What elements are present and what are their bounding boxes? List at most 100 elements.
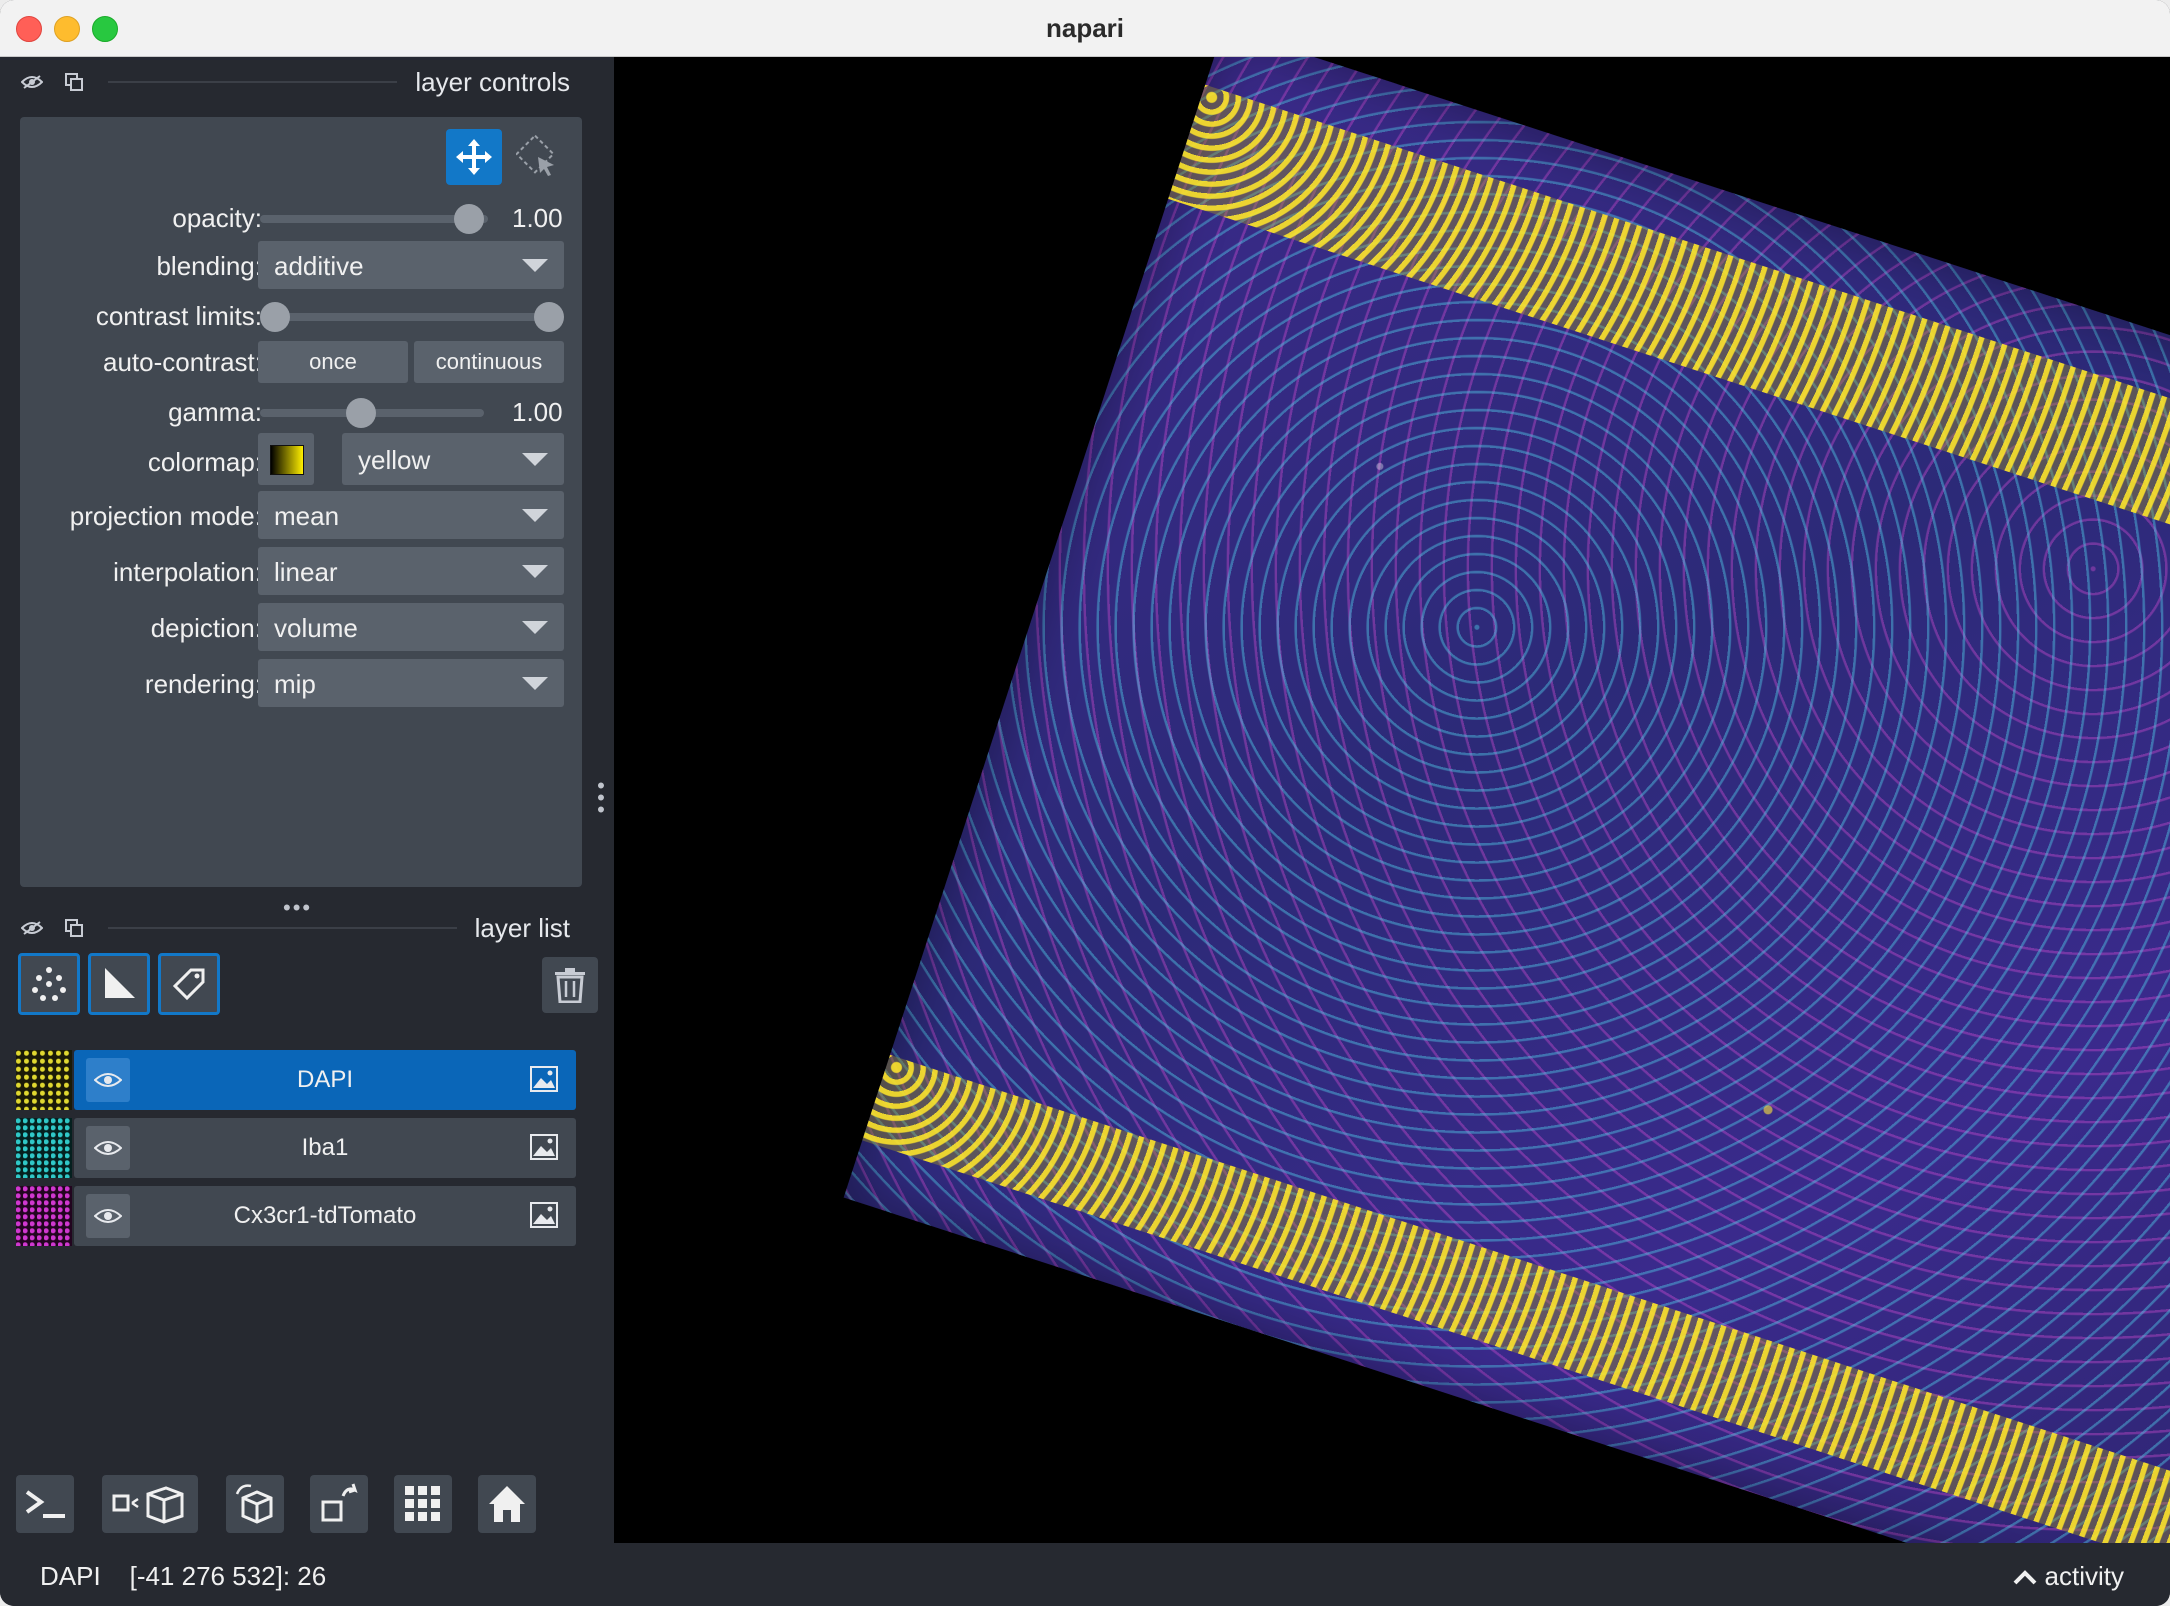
layer-item-dapi[interactable]: DAPI [16, 1050, 576, 1110]
gamma-label: gamma: [168, 397, 262, 427]
eye-icon [94, 1073, 122, 1087]
chevron-down-icon [522, 621, 548, 634]
rendering-row: rendering: mip [20, 659, 582, 709]
nuclei-band-top [1168, 84, 2170, 638]
colormap-dropdown[interactable]: yellow [342, 433, 564, 485]
blending-value: additive [274, 251, 364, 281]
layer-item-body[interactable]: Cx3cr1-tdTomato [74, 1186, 576, 1246]
chevron-down-icon [522, 565, 548, 578]
viewer-canvas[interactable] [614, 57, 2170, 1543]
colormap-label: colormap: [147, 447, 262, 477]
interpolation-value: linear [274, 557, 338, 587]
visibility-toggle[interactable] [86, 1126, 130, 1170]
contrast-max-handle[interactable] [534, 302, 564, 332]
close-window-button[interactable] [16, 16, 42, 42]
colormap-preview-button[interactable] [258, 433, 314, 485]
visibility-toggle[interactable] [86, 1058, 130, 1102]
contrast-limits-slider-track[interactable] [268, 313, 556, 321]
layer-name: DAPI [296, 1066, 353, 1093]
image-layer-icon [530, 1202, 558, 1228]
blending-label: blending: [156, 251, 262, 281]
activity-label: activity [2044, 1561, 2124, 1591]
contrast-limits-label: contrast limits: [95, 301, 262, 331]
float-panel-icon[interactable] [62, 916, 86, 940]
layer-item-body[interactable]: DAPI [74, 1050, 576, 1110]
new-shapes-layer-button[interactable] [88, 953, 150, 1015]
napari-window: napari layer controls opacity: 1.00 blen… [0, 0, 2170, 1606]
toggle-ndisplay-button[interactable] [102, 1475, 198, 1533]
layer-thumbnail [16, 1186, 72, 1246]
layer-name: Iba1 [301, 1134, 349, 1161]
image-layer-icon [530, 1066, 558, 1092]
layer-item-cx3cr1-tdtomato[interactable]: Cx3cr1-tdTomato [16, 1186, 576, 1246]
colormap-row: colormap: yellow [20, 433, 582, 485]
projection-mode-dropdown[interactable]: mean [258, 491, 564, 539]
layer-thumbnail [16, 1050, 72, 1110]
opacity-slider-handle[interactable] [454, 204, 484, 234]
rendering-value: mip [274, 669, 316, 699]
2d-3d-toggle-icon [112, 1486, 184, 1524]
window-title: napari [1045, 12, 1125, 43]
eye-icon [94, 1209, 122, 1223]
delete-layer-button[interactable] [542, 957, 598, 1013]
dock-splitter-handle[interactable]: • • • [596, 775, 606, 821]
trash-icon [555, 968, 585, 1003]
pan-zoom-button[interactable] [446, 129, 502, 185]
hide-eye-icon[interactable] [20, 70, 44, 94]
chevron-down-icon [522, 453, 548, 466]
transform-icon [516, 135, 555, 176]
grid-view-button[interactable] [394, 1475, 452, 1533]
hide-eye-icon[interactable] [20, 916, 44, 940]
auto-contrast-continuous-button[interactable]: continuous [414, 341, 564, 383]
move-arrows-icon [456, 139, 492, 175]
interpolation-dropdown[interactable]: linear [258, 547, 564, 595]
opacity-label: opacity: [172, 203, 262, 233]
status-layer-name: DAPI [40, 1561, 101, 1591]
contrast-min-handle[interactable] [260, 302, 290, 332]
transform-button[interactable] [510, 129, 566, 185]
layer-buttons-bar [18, 953, 600, 1019]
transpose-dimensions-button[interactable] [310, 1475, 368, 1533]
maximize-window-button[interactable] [92, 16, 118, 42]
image-layer-icon [530, 1134, 558, 1160]
viewer-buttons-bar [0, 1475, 600, 1545]
opacity-value[interactable]: 1.00 [512, 203, 563, 234]
roll-dimensions-button[interactable] [226, 1475, 284, 1533]
activity-button[interactable]: activity [2013, 1561, 2124, 1592]
left-dock: layer controls opacity: 1.00 blending: a… [0, 57, 600, 1542]
blending-dropdown[interactable]: additive [258, 241, 564, 289]
gamma-value[interactable]: 1.00 [512, 397, 563, 428]
rendering-dropdown[interactable]: mip [258, 659, 564, 707]
depiction-row: depiction: volume [20, 603, 582, 653]
interpolation-row: interpolation: linear [20, 547, 582, 597]
title-bar: napari [0, 0, 2170, 57]
projection-mode-value: mean [274, 501, 340, 531]
depiction-value: volume [274, 613, 358, 643]
points-icon [32, 967, 66, 1001]
colormap-value: yellow [358, 445, 431, 475]
console-button[interactable] [16, 1475, 74, 1533]
auto-contrast-once-button[interactable]: once [258, 341, 408, 383]
depiction-dropdown[interactable]: volume [258, 603, 564, 651]
chevron-down-icon [522, 259, 548, 272]
chevron-down-icon [522, 677, 548, 690]
gamma-slider-handle[interactable] [346, 398, 376, 428]
opacity-row: opacity: 1.00 [20, 193, 582, 243]
shapes-icon [105, 968, 135, 998]
volume-rendering [843, 57, 2170, 1543]
float-panel-icon[interactable] [62, 70, 86, 94]
reset-view-button[interactable] [478, 1475, 536, 1533]
minimize-window-button[interactable] [54, 16, 80, 42]
colormap-swatch [270, 445, 304, 475]
projection-mode-row: projection mode: mean [20, 491, 582, 541]
gamma-row: gamma: 1.00 [20, 387, 582, 437]
new-labels-layer-button[interactable] [158, 953, 220, 1015]
layer-item-iba1[interactable]: Iba1 [16, 1118, 576, 1178]
depiction-label: depiction: [150, 613, 262, 643]
layer-controls-panel: opacity: 1.00 blending: additive contras… [20, 117, 582, 887]
new-points-layer-button[interactable] [18, 953, 80, 1015]
auto-contrast-label: auto-contrast: [103, 347, 262, 377]
layer-name: Cx3cr1-tdTomato [233, 1202, 417, 1229]
visibility-toggle[interactable] [86, 1194, 130, 1238]
layer-item-body[interactable]: Iba1 [74, 1118, 576, 1178]
